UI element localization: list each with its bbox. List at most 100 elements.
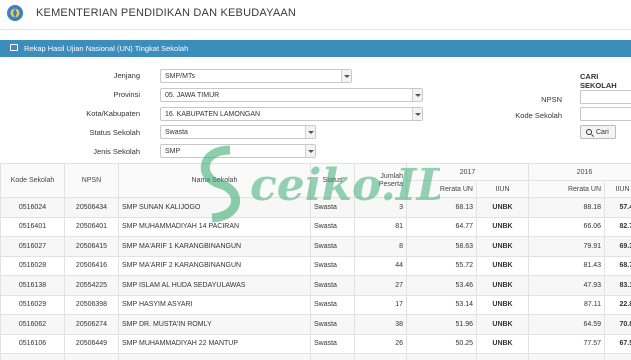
npsn-input[interactable]	[580, 90, 631, 104]
table-row: 0516138 20554225 SMP ISLAM AL HUDA SEDAYUL…	[0, 275, 631, 296]
table-row: 0516062 20506274 SMP DR. MUSTA'IN ROMLY Swa…	[0, 314, 631, 335]
kode-cell: 0516027	[0, 236, 65, 257]
npsn-cell: 20506416	[64, 255, 119, 276]
jenis-value: SMP	[165, 148, 181, 155]
col-header-jumlah: Jumlah Peserta	[354, 163, 407, 198]
jumlah-peserta-cell: 17	[354, 294, 407, 315]
kota-value: 16. KABUPATEN LAMONGAN	[165, 111, 261, 118]
status-cell: Swasta	[310, 314, 355, 335]
npsn-cell: 20506415	[64, 236, 119, 257]
jenis-label: Jenis Sekolah	[93, 147, 140, 156]
chevron-down-icon	[305, 145, 315, 157]
col-header-2016: 2016	[528, 163, 631, 181]
panel-title: Rekap Hasil Ujian Nasional (UN) Tingkat …	[24, 44, 189, 53]
status-select[interactable]: Swasta	[160, 125, 316, 139]
iiun-2017-cell: UNBK	[475, 275, 530, 296]
iiun-2016-cell: 57.40	[604, 197, 631, 218]
kode-cell: 0516106	[0, 333, 65, 354]
col-header-npsn: NPSN	[64, 163, 119, 198]
jumlah-peserta-cell: 27	[354, 275, 407, 296]
provinsi-value: 05. JAWA TIMUR	[165, 92, 220, 99]
status-cell: Swasta	[310, 255, 355, 276]
rerata-2016-cell: 47.93	[528, 275, 606, 296]
chevron-down-icon	[412, 89, 422, 101]
results-table-body: 0516024 20506434 SMP SUNAN KALIJOGO Swasta 3…	[0, 197, 631, 360]
status-cell: Swasta	[310, 353, 355, 360]
kode-cell: 0516062	[0, 314, 65, 335]
iiun-2016-cell: 68.75	[604, 255, 631, 276]
jumlah-peserta-cell: 81	[354, 216, 407, 237]
iiun-2016-cell: 83.12	[604, 275, 631, 296]
nama-sekolah-cell: SMP DR. MUSTA'IN ROMLY	[118, 314, 311, 335]
rerata-2017-cell: 51.96	[406, 314, 477, 335]
kode-cell: 0516401	[0, 216, 65, 237]
jumlah-peserta-cell: 44	[354, 255, 407, 276]
table-row: 0516027 20506415 SMP MA'ARIF 1 KARANGBINAN…	[0, 236, 631, 257]
status-label: Status Sekolah	[89, 128, 140, 137]
rerata-2016-cell: 88.18	[528, 197, 606, 218]
rerata-2016-cell: 79.91	[528, 236, 606, 257]
top-bar: KEMENTERIAN PENDIDIKAN DAN KEBUDAYAAN	[0, 0, 631, 30]
jenjang-label: Jenjang	[113, 71, 140, 80]
cari-button-label: Cari	[596, 129, 609, 136]
iiun-2017-cell: UNBK	[475, 216, 530, 237]
nama-sekolah-cell: SMP MUHAMMADIYAH 22 MANTUP	[118, 333, 311, 354]
kode-sekolah-input[interactable]	[580, 107, 631, 121]
jenis-select[interactable]: SMP	[160, 144, 316, 158]
iiun-2017-cell: UNBK	[475, 236, 530, 257]
kode-cell: 0516024	[0, 197, 65, 218]
col-header-iiun-2017: IIUN	[475, 180, 530, 198]
status-value: Swasta	[165, 129, 188, 136]
rerata-2017-cell: 55.72	[406, 255, 477, 276]
iiun-2017-cell: UNBK	[475, 333, 530, 354]
rerata-2017-cell: 58.63	[406, 236, 477, 257]
iiun-2017-cell: UNBK	[475, 353, 530, 360]
col-header-2017: 2017	[405, 163, 530, 181]
rerata-2016-cell: 64.59	[528, 314, 606, 335]
provinsi-select[interactable]: 05. JAWA TIMUR	[160, 88, 423, 102]
kode-sekolah-label: Kode Sekolah	[515, 111, 562, 120]
iiun-2017-cell: UNBK	[475, 255, 530, 276]
rerata-2017-cell: 53.14	[406, 294, 477, 315]
monitor-icon	[10, 44, 18, 51]
kota-select[interactable]: 16. KABUPATEN LAMONGAN	[160, 107, 423, 121]
rerata-2016-cell: 52.74	[528, 353, 606, 360]
jenjang-value: SMP/MTs	[165, 73, 195, 80]
rerata-2016-cell: 77.57	[528, 333, 606, 354]
tut-wuri-logo-icon	[7, 5, 23, 21]
nama-sekolah-cell: SMP MA'ARIF 1 KARANGBINANGUN	[118, 236, 311, 257]
status-cell: Swasta	[310, 333, 355, 354]
iiun-2016-cell: 67.57	[604, 333, 631, 354]
col-header-nama: Nama Sekolah	[118, 163, 311, 198]
col-header-rerata-2016: Rerata UN	[528, 180, 606, 198]
rerata-2017-cell: 49.86	[406, 353, 477, 360]
nama-sekolah-cell: SMP MA'ARIF 2 KARANGBINANGUN	[118, 255, 311, 276]
jenjang-select[interactable]: SMP/MTs	[160, 69, 352, 83]
iiun-2016-cell: 82.70	[604, 216, 631, 237]
cari-button[interactable]: Cari	[580, 125, 616, 139]
iiun-2017-cell: UNBK	[475, 314, 530, 335]
rerata-2017-cell: 64.77	[406, 216, 477, 237]
cari-sekolah-title: CARI SEKOLAH	[580, 72, 617, 90]
nama-sekolah-cell: SMP SUNAN KALIJOGO	[118, 197, 311, 218]
iiun-2016-cell: 22.89	[604, 294, 631, 315]
nama-sekolah-cell: SMP MUHAMMADIYAH 14 PACIRAN	[118, 216, 311, 237]
status-cell: Swasta	[310, 216, 355, 237]
iiun-2016-cell: 65.22	[604, 353, 631, 360]
app-title: KEMENTERIAN PENDIDIKAN DAN KEBUDAYAAN	[36, 7, 297, 19]
iiun-2016-cell: 70.83	[604, 314, 631, 335]
rerata-2017-cell: 50.25	[406, 333, 477, 354]
chevron-down-icon	[341, 70, 351, 82]
chevron-down-icon	[412, 108, 422, 120]
rerata-2017-cell: 53.46	[406, 275, 477, 296]
col-header-status: Status	[310, 163, 355, 198]
iiun-2017-cell: UNBK	[475, 197, 530, 218]
jumlah-peserta-cell: 26	[354, 333, 407, 354]
npsn-cell: 20506449	[64, 333, 119, 354]
jumlah-peserta-cell: 38	[354, 314, 407, 335]
status-cell: Swasta	[310, 197, 355, 218]
iiun-2016-cell: 69.39	[604, 236, 631, 257]
chevron-down-icon	[305, 126, 315, 138]
npsn-label: NPSN	[541, 95, 562, 104]
provinsi-label: Provinsi	[113, 90, 140, 99]
